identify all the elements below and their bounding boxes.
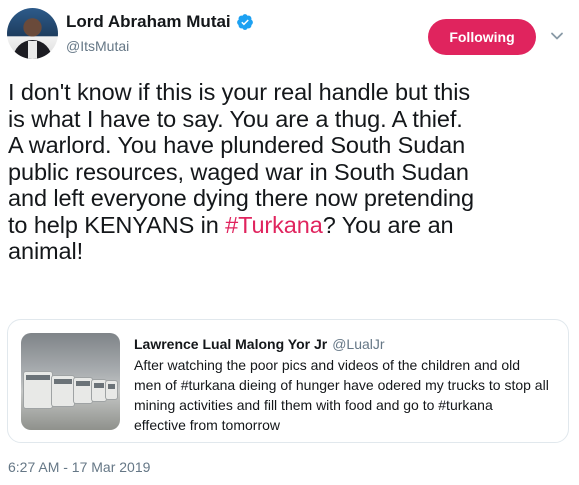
tweet-text-line: A warlord. You have plundered South Suda… <box>8 132 466 158</box>
truck-image-shape <box>51 375 75 407</box>
quoted-tweet-image[interactable] <box>21 333 120 430</box>
tweet-text-line: and left everyone dying there now preten… <box>8 185 474 211</box>
tweet-header: Lord Abraham Mutai @ItsMutai Following <box>0 0 579 70</box>
quoted-tweet-card[interactable]: Lawrence Lual Malong Yor Jr @LualJr Afte… <box>7 319 569 443</box>
hashtag-link[interactable]: #Turkana <box>225 212 323 238</box>
tweet-text-line: public resources, waged war in South Sud… <box>8 158 469 185</box>
truck-image-shape <box>23 371 53 409</box>
tweet-text-fragment: ? You are an <box>322 211 454 238</box>
avatar-shirt <box>28 41 37 59</box>
verified-badge-icon <box>236 14 253 30</box>
quoted-text-line: effective from tomorrow <box>134 417 281 433</box>
tweet-text-line: I don't know if this is your real handle… <box>8 79 471 105</box>
chevron-down-icon[interactable] <box>550 29 564 43</box>
quoted-author-name[interactable]: Lawrence Lual Malong Yor Jr <box>134 336 327 352</box>
truck-image-shape <box>105 380 118 400</box>
author-name-row: Lord Abraham Mutai <box>66 12 254 32</box>
quoted-author-handle[interactable]: @LualJr <box>332 336 384 352</box>
tweet-timestamp[interactable]: 6:27 AM - 17 Mar 2019 <box>8 459 150 475</box>
quoted-text-line: mining activities and fill them with foo… <box>134 397 493 413</box>
tweet-text-line: is what I have to say. You are a thug. A… <box>8 105 463 132</box>
quoted-text-line: men of #turkana dieing of hunger have od… <box>134 377 549 393</box>
following-button[interactable]: Following <box>428 19 536 55</box>
quoted-tweet-text: After watching the poor pics and videos … <box>134 355 559 435</box>
tweet-text: I don't know if this is your real handle… <box>8 79 573 265</box>
quoted-author-row: Lawrence Lual Malong Yor Jr @LualJr <box>134 336 385 352</box>
tweet-text-line-with-hashtag: to help KENYANS in #Turkana? You are an <box>8 212 573 239</box>
tweet-text-line: animal! <box>8 238 84 264</box>
truck-image-shape <box>73 377 93 404</box>
avatar[interactable] <box>7 8 58 59</box>
author-handle[interactable]: @ItsMutai <box>66 38 129 54</box>
tweet-text-fragment: to help KENYANS in <box>8 211 226 238</box>
quoted-text-line: After watching the poor pics and videos … <box>134 357 521 373</box>
author-display-name[interactable]: Lord Abraham Mutai <box>66 12 231 32</box>
